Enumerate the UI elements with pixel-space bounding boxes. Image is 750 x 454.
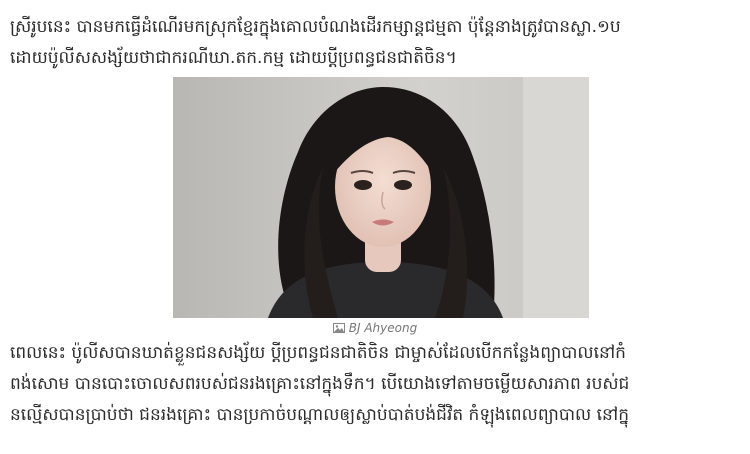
caption-text: BJ Ahyeong [348, 321, 418, 335]
article-paragraph-intro: ស្រីរូបនេះ បានមកធ្វើដំណើរមកស្រុកខ្មែរក្ន… [10, 12, 740, 74]
article-photo [173, 77, 589, 318]
portrait-illustration [173, 77, 589, 318]
image-icon [332, 323, 345, 333]
figure-caption: BJ Ahyeong [0, 321, 750, 335]
article-paragraph-body: ពេលនេះ ប៉ូលីសបានឃាត់ខ្លួនជនសង្ស័យ ប្ដីប្… [10, 338, 740, 431]
paragraph-line: ពេលនេះ ប៉ូលីសបានឃាត់ខ្លួនជនសង្ស័យ ប្ដីប្… [10, 343, 626, 363]
paragraph-line: ពង់សោម បានបោះចោលសពរបស់ជនរងគ្រោះនៅក្នុងទឹ… [10, 374, 630, 394]
paragraph-line: ដោយប៉ូលីសសង្ស័យថាជាករណីឃា.តក.កម្ម ដោយប្ដ… [10, 48, 457, 68]
paragraph-line: នល្មើសបានប្រាប់ថា ជនរងគ្រោះ បានប្រកាច់បណ… [10, 405, 630, 425]
paragraph-line: ស្រីរូបនេះ បានមកធ្វើដំណើរមកស្រុកខ្មែរក្ន… [10, 17, 621, 37]
